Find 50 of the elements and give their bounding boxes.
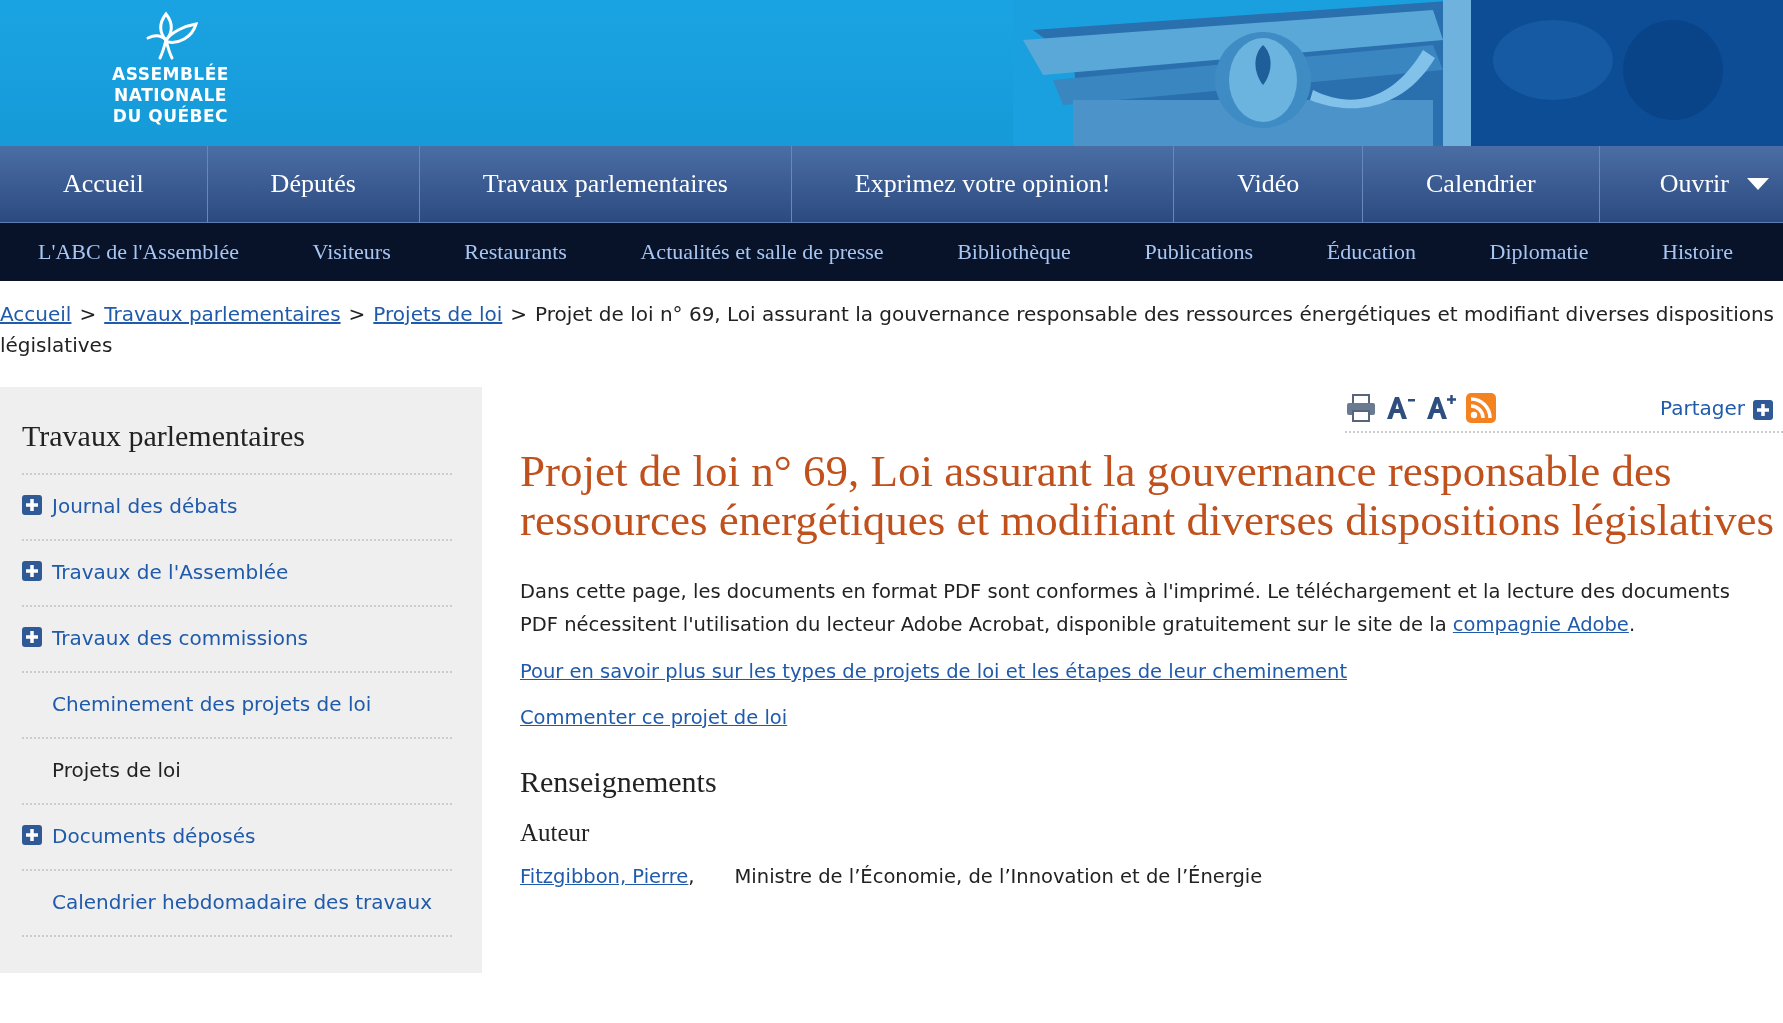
plus-icon[interactable] <box>22 825 42 845</box>
plus-icon[interactable] <box>22 495 42 515</box>
author-link[interactable]: Fitzgibbon, Pierre <box>520 865 689 888</box>
breadcrumb-link[interactable]: Travaux parlementaires <box>104 302 341 326</box>
subnav-link[interactable]: Diplomatie <box>1489 239 1589 265</box>
print-icon[interactable] <box>1345 393 1377 423</box>
adobe-link[interactable]: compagnie Adobe <box>1452 613 1629 636</box>
sidebar-item[interactable]: Projets de loi <box>52 755 181 786</box>
logo-text: ASSEMBLÉE <box>112 64 229 85</box>
info-link[interactable]: Commenter ce projet de loi <box>520 701 788 734</box>
plus-icon[interactable] <box>22 561 42 581</box>
subnav-link[interactable]: Publications <box>1144 239 1254 265</box>
subnav-link[interactable]: Restaurants <box>464 239 567 265</box>
sidebar-item[interactable]: Travaux de l'Assemblée <box>52 557 289 588</box>
plus-icon[interactable] <box>1753 400 1773 420</box>
sidebar-item[interactable]: Cheminement des projets de loi <box>52 689 372 720</box>
sidebar-item[interactable]: Calendrier hebdomadaire des travaux <box>52 887 433 918</box>
nav-link[interactable]: Ouvrir <box>1599 146 1783 222</box>
sidebar-item[interactable]: Journal des débats <box>52 491 238 522</box>
rss-icon[interactable] <box>1465 393 1497 423</box>
subnav-link[interactable]: Bibliothèque <box>957 239 1071 265</box>
sidebar-title: Travaux parlementaires <box>22 407 452 475</box>
logo-text: NATIONALE <box>114 85 227 105</box>
logo-text: DU QUÉBEC <box>112 106 229 127</box>
subnav-link[interactable]: L'ABC de l'Assemblée <box>38 239 239 265</box>
section-heading: Renseignements <box>520 765 718 799</box>
subnav-link[interactable]: Actualités et salle de presse <box>640 239 884 265</box>
page-title: Projet de loi n° 69, Loi assurant la gouvernance responsable des ressources énergétiques et modifiant diverses dispositions législatives <box>520 447 1775 545</box>
sidebar-item[interactable]: Documents déposés <box>52 821 256 852</box>
subnav-link[interactable]: Visiteurs <box>312 239 391 265</box>
subnav-link[interactable]: Histoire <box>1662 239 1733 265</box>
author-name: Fitzgibbon, Pierre, <box>520 865 695 888</box>
nav-link[interactable]: Exprimez votre opinion! <box>791 146 1175 222</box>
sidebar-item[interactable]: Travaux des commissions <box>52 623 308 654</box>
share-link[interactable]: Partager <box>1660 396 1773 420</box>
subheading: Auteur <box>520 819 591 847</box>
nav-link[interactable]: Travaux parlementaires <box>419 146 792 222</box>
plus-icon[interactable] <box>22 627 42 647</box>
info-link[interactable]: Pour en savoir plus sur les types de projets de loi et les étapes de leur cheminement <box>520 655 1348 688</box>
breadcrumb-link[interactable]: Accueil <box>0 302 72 326</box>
nav-link[interactable]: Accueil <box>0 146 208 222</box>
intro-text: Dans cette page, les documents en format PDF sont conformes à l'imprimé. Le téléchargement et la lecture des documents PDF nécessitent l'utilisation du lecteur Adobe Acrobat, disponible gratuitement sur le site de la compagnie Adobe. <box>520 579 1731 638</box>
breadcrumb-link[interactable]: Projets de loi <box>373 302 503 326</box>
breadcrumb-trail: Accueil > Travaux parlementaires > Projets de loi > Projet de loi n° 69, Loi assurant la gouvernance responsable des ressources énergétiques et modifiant diverses dispositions législatives <box>0 301 1776 359</box>
nav-link[interactable]: Députés <box>207 146 420 222</box>
author-role: Ministre de l’Économie, de l’Innovation et de l’Énergie <box>734 865 1263 888</box>
nav-link[interactable]: Calendrier <box>1363 146 1600 222</box>
caret-icon <box>1747 178 1769 190</box>
nav-link[interactable]: Vidéo <box>1174 146 1364 222</box>
subnav-link[interactable]: Éducation <box>1326 239 1416 265</box>
